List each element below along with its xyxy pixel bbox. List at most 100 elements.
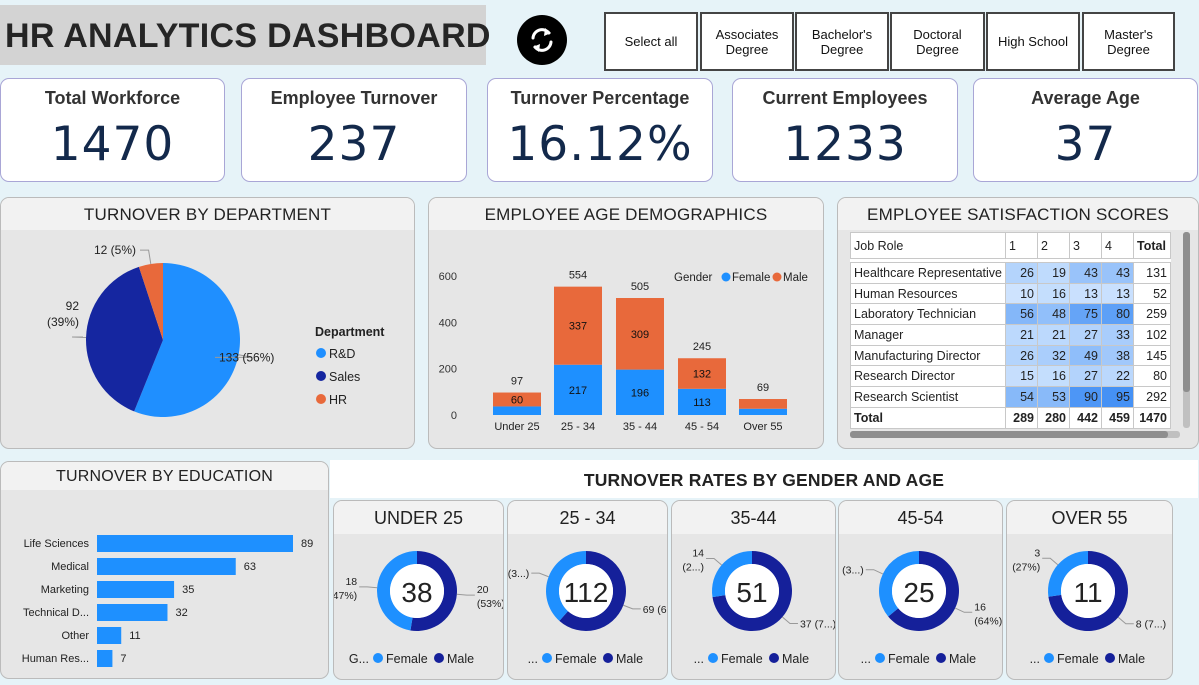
column-header: Total <box>1133 232 1171 259</box>
satisfaction-table: Job Role 1 2 3 4 Total Healthcare Representati… <box>850 232 1171 429</box>
legend-label: Female <box>1057 652 1099 666</box>
slicer-label: Bachelor's Degree <box>811 26 873 57</box>
bar-total-label: 97 <box>511 376 523 388</box>
leader-line <box>359 586 378 589</box>
value-cell: 80 <box>1133 365 1171 388</box>
legend-swatch <box>936 653 946 663</box>
legend-swatch <box>434 653 444 663</box>
value-cell: 22 <box>1101 365 1134 388</box>
donut-center-value: 11 <box>1073 577 1102 608</box>
donut-center-value: 51 <box>736 577 767 608</box>
vertical-scrollbar[interactable] <box>1183 232 1190 428</box>
kpi-turnover-percentage: Turnover Percentage 16.12% <box>487 78 713 182</box>
slicer-associates-degree[interactable]: Associates Degree <box>700 12 794 71</box>
legend-label: Male <box>949 652 976 666</box>
leader-line <box>1042 557 1059 566</box>
leader-line <box>531 572 549 578</box>
legend-title: ... <box>694 652 704 666</box>
slicer-high-school[interactable]: High School <box>986 12 1080 71</box>
value-cell: 145 <box>1133 344 1171 367</box>
legend-title: ... <box>528 652 538 666</box>
legend-swatch <box>603 653 613 663</box>
value-cell: 53 <box>1037 386 1070 408</box>
y-category-label: Other <box>61 630 89 642</box>
value-cell: 131 <box>1133 262 1171 284</box>
legend-title: G... <box>349 652 369 666</box>
rates-section-title: TURNOVER RATES BY GENDER AND AGE <box>330 460 1198 498</box>
satisfaction-panel: EMPLOYEE SATISFACTION SCORES Job Role 1 2 3… <box>837 197 1199 449</box>
y-tick-label: 600 <box>439 271 457 283</box>
slicer-masters-degree[interactable]: Master's Degree <box>1082 12 1175 71</box>
y-category-label: Medical <box>51 561 89 573</box>
donut-data-label: 8 (7...) <box>1136 619 1166 631</box>
slicer-label: Select all <box>624 34 678 49</box>
value-cell: 27 <box>1069 365 1102 388</box>
column-header: 2 <box>1037 232 1070 259</box>
total-cell: Total <box>850 406 1006 429</box>
job-role-cell: Laboratory Technician <box>850 303 1006 326</box>
pie-data-label: 92 <box>66 299 80 313</box>
bar-data-label: 196 <box>631 387 649 399</box>
total-cell: 459 <box>1101 406 1134 429</box>
scrollbar-thumb[interactable] <box>850 431 1168 438</box>
donut-card-under-25: UNDER 25 38 20 (53%) 18 (47%) G... Female Male <box>333 500 504 680</box>
value-cell: 292 <box>1133 386 1171 408</box>
leader-line <box>782 616 798 625</box>
panel-title: EMPLOYEE AGE DEMOGRAPHICS <box>429 198 823 230</box>
job-role-cell: Research Director <box>850 365 1006 388</box>
kpi-label: Employee Turnover <box>270 88 438 108</box>
donut-chart: 38 20 (53%) 18 (47%) G... Female Male <box>334 551 503 666</box>
donut-center-value: 112 <box>564 577 609 608</box>
x-tick-label: 35 - 44 <box>623 421 657 433</box>
legend-swatch <box>769 653 779 663</box>
scrollbar-thumb[interactable] <box>1183 232 1190 392</box>
education-bar <box>97 650 113 667</box>
leader-line <box>865 569 884 575</box>
legend-swatch <box>316 371 326 381</box>
kpi-label: Average Age <box>1031 88 1140 108</box>
legend-swatch <box>772 272 782 282</box>
column-header: Job Role <box>850 232 1006 259</box>
slicer-doctoral-degree[interactable]: Doctoral Degree <box>890 12 985 71</box>
horizontal-scrollbar[interactable] <box>850 431 1180 438</box>
y-category-label: Marketing <box>41 584 89 596</box>
donut-title: UNDER 25 <box>334 501 503 534</box>
kpi-average-age: Average Age 37 <box>973 78 1198 182</box>
kpi-label: Current Employees <box>762 88 928 108</box>
donut-data-label: (64%) <box>974 615 1002 627</box>
slicer-bachelors-degree[interactable]: Bachelor's Degree <box>795 12 889 71</box>
total-cell: 289 <box>1005 406 1038 429</box>
legend-label: Male <box>447 652 474 666</box>
legend-swatch <box>542 653 552 663</box>
value-cell: 33 <box>1101 324 1134 346</box>
total-cell: 280 <box>1037 406 1070 429</box>
pie-data-label: 133 (56%) <box>219 350 274 364</box>
table-row: Healthcare Representative 26 19 43 43 131 <box>850 262 1171 284</box>
legend-title: ... <box>861 652 871 666</box>
y-category-label: Human Res... <box>22 653 89 665</box>
legend-swatch <box>721 272 731 282</box>
value-cell: 43 <box>1069 262 1102 284</box>
slicer-select-all[interactable]: Select all <box>604 12 698 71</box>
y-category-label: Technical D... <box>23 607 89 619</box>
leader-line <box>456 593 475 596</box>
value-cell: 16 <box>1037 282 1070 305</box>
pie-data-label: 12 (5%) <box>94 243 136 257</box>
kpi-current-employees: Current Employees 1233 <box>732 78 958 182</box>
bar-total-label: 69 <box>757 382 769 394</box>
legend-label: Male <box>616 652 643 666</box>
kpi-value: 237 <box>307 117 401 172</box>
legend-label: R&D <box>329 347 355 361</box>
value-cell: 43 <box>1101 262 1134 284</box>
table-row: Laboratory Technician 56 48 75 80 259 <box>850 303 1171 326</box>
value-cell: 56 <box>1005 303 1038 326</box>
legend-title: Gender <box>674 272 713 284</box>
value-cell: 27 <box>1069 324 1102 346</box>
value-cell: 10 <box>1005 282 1038 305</box>
x-tick-label: Under 25 <box>494 421 539 433</box>
refresh-button[interactable] <box>517 15 567 65</box>
kpi-value: 1233 <box>783 117 907 172</box>
donut-card-45-54: 45-54 25 16 (64%) 9 (3...)... Female Male <box>838 500 1003 680</box>
leader-line <box>1117 616 1134 625</box>
bar-data-label: 132 <box>693 369 711 381</box>
